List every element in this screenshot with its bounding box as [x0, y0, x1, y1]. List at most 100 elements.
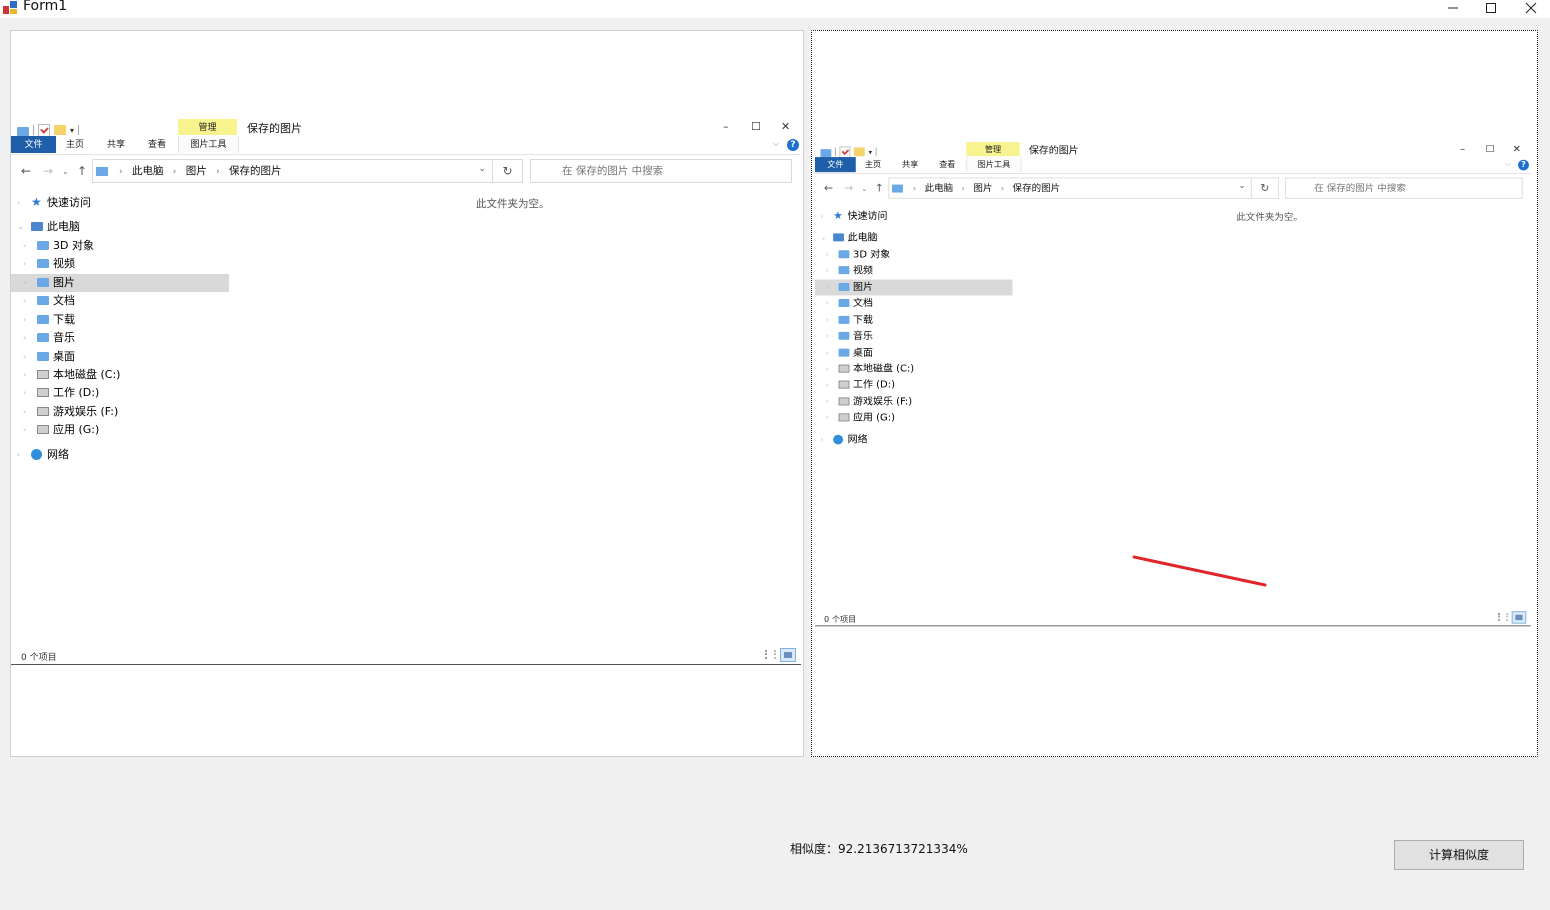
details-view-icon[interactable] — [765, 650, 776, 659]
tab-view[interactable]: 查看 — [138, 136, 176, 153]
chevron-down-icon[interactable]: ⌄ — [17, 218, 24, 236]
chevron-right-icon[interactable]: › — [23, 329, 26, 347]
tree-item-label: 工作 (D:) — [53, 386, 100, 399]
properties-icon[interactable] — [38, 123, 50, 137]
network-icon — [31, 449, 42, 460]
address-bar[interactable]: › 此电脑 › 图片 › 保存的图片 ⌄ — [92, 159, 493, 183]
empty-folder-message: 此文件夹为空。 — [476, 198, 550, 210]
tree-item[interactable]: › 文档 — [11, 292, 229, 310]
chevron-right-icon[interactable]: › — [23, 274, 26, 292]
forward-arrow-icon[interactable]: → — [43, 164, 53, 178]
chevron-right-icon[interactable]: › — [17, 446, 20, 464]
pc-icon — [31, 222, 43, 231]
tree-item[interactable]: › 工作 (D:) — [11, 384, 229, 402]
tree-item[interactable]: › ★ 快速访问 — [11, 194, 229, 212]
maximize-button[interactable] — [1473, 0, 1509, 16]
breadcrumb-separator: › — [119, 167, 123, 177]
tree-item[interactable]: › 视频 — [11, 255, 229, 273]
explorer-close-button[interactable]: ✕ — [781, 120, 790, 133]
customize-toolbar-icon[interactable]: ▾ — [70, 126, 74, 135]
tree-item-label: 应用 (G:) — [53, 423, 100, 436]
tree-item[interactable]: › 图片 — [11, 274, 229, 292]
chevron-right-icon[interactable]: › — [23, 421, 26, 439]
tree-item-label: 桌面 — [53, 350, 75, 363]
tree-item[interactable]: › 网络 — [11, 446, 229, 464]
help-icon[interactable]: ? — [787, 139, 799, 151]
explorer-minimize-button[interactable]: – — [723, 120, 729, 133]
tree-item[interactable]: › 游戏娱乐 (F:) — [11, 403, 229, 421]
breadcrumb-separator: › — [172, 167, 177, 177]
up-arrow-icon[interactable]: ↑ — [77, 164, 87, 178]
window-title: Form1 — [23, 0, 68, 14]
drive-icon — [37, 407, 49, 416]
new-folder-icon[interactable] — [54, 125, 66, 135]
folder-icon — [37, 333, 49, 342]
chevron-down-icon[interactable]: ⌄ — [478, 164, 486, 174]
folder-icon — [37, 352, 49, 361]
explorer-screenshot-left: ▾ 管理 保存的图片 – ☐ ✕ 文件 主页 共享 查看 图片工具 ⌵ ? ← … — [11, 119, 801, 665]
tree-item[interactable]: › 音乐 — [11, 329, 229, 347]
refresh-button[interactable]: ↻ — [493, 159, 523, 183]
chevron-right-icon[interactable]: › — [17, 194, 20, 212]
expand-ribbon-icon[interactable]: ⌵ — [773, 139, 779, 149]
folder-icon[interactable] — [17, 126, 29, 136]
right-picture-box: ▾ 管理 保存的图片 – ☐ ✕ 文件 主页 共享 查看 图片工具 ⌵ ? ← … — [811, 30, 1538, 757]
app-icon — [3, 1, 17, 14]
tree-item[interactable]: ⌄ 此电脑 — [11, 218, 229, 236]
red-difference-mark — [1132, 555, 1267, 587]
close-button[interactable] — [1513, 0, 1549, 16]
tab-home[interactable]: 主页 — [56, 136, 94, 153]
tree-item-label: 3D 对象 — [53, 239, 94, 252]
breadcrumb-item[interactable]: 此电脑 — [132, 165, 164, 177]
tree-item-label: 下载 — [53, 313, 75, 326]
tab-file[interactable]: 文件 — [11, 136, 56, 153]
explorer-title: 保存的图片 — [247, 122, 302, 135]
separator — [78, 125, 80, 135]
chevron-right-icon[interactable]: › — [23, 384, 26, 402]
title-bar: Form1 — [0, 0, 1550, 18]
chevron-right-icon[interactable]: › — [23, 403, 26, 421]
tree-item[interactable]: › 桌面 — [11, 348, 229, 366]
red-stroke — [1132, 555, 1267, 587]
minimize-button[interactable] — [1435, 0, 1471, 16]
address-row: ← → ⌄ ↑ › 此电脑 › 图片 › 保存的图片 ⌄ ↻ 在 保存的图片 中… — [11, 155, 801, 187]
folder-icon — [37, 278, 49, 287]
breadcrumb: › 此电脑 › 图片 › 保存的图片 — [113, 163, 282, 178]
calculate-similarity-button[interactable]: 计算相似度 — [1394, 840, 1524, 870]
chevron-right-icon[interactable]: › — [23, 292, 26, 310]
tree-item[interactable]: › 应用 (G:) — [11, 421, 229, 439]
drive-icon — [37, 370, 49, 379]
breadcrumb-item[interactable]: 图片 — [186, 165, 207, 177]
large-icons-view-icon[interactable] — [780, 648, 796, 662]
separator — [33, 125, 34, 135]
chevron-right-icon[interactable]: › — [23, 237, 26, 255]
chevron-right-icon[interactable]: › — [23, 366, 26, 384]
tree-item-label: 本地磁盘 (C:) — [53, 368, 121, 381]
tab-share[interactable]: 共享 — [97, 136, 135, 153]
folder-icon — [37, 259, 49, 268]
close-icon — [1525, 2, 1537, 14]
divider — [11, 664, 801, 665]
tree-item[interactable]: › 3D 对象 — [11, 237, 229, 255]
quick-access-toolbar: ▾ — [17, 123, 80, 137]
folder-icon — [96, 167, 108, 176]
breadcrumb-separator: › — [216, 167, 220, 177]
tree-item[interactable]: › 下载 — [11, 311, 229, 329]
chevron-right-icon[interactable]: › — [23, 311, 26, 329]
maximize-icon — [1486, 3, 1496, 13]
chevron-right-icon[interactable]: › — [23, 255, 26, 273]
back-arrow-icon[interactable]: ← — [21, 164, 31, 178]
search-input[interactable]: 在 保存的图片 中搜索 — [530, 159, 792, 183]
recent-locations-icon[interactable]: ⌄ — [62, 167, 69, 176]
folder-icon — [37, 296, 49, 305]
folder-icon — [37, 315, 49, 324]
status-bar: 0 个项目 — [11, 646, 801, 664]
manage-context-tab[interactable]: 管理 — [178, 119, 237, 135]
breadcrumb-item[interactable]: 保存的图片 — [229, 165, 282, 177]
chevron-right-icon[interactable]: › — [23, 348, 26, 366]
tab-picture-tools[interactable]: 图片工具 — [178, 136, 239, 153]
tree-item[interactable]: › 本地磁盘 (C:) — [11, 366, 229, 384]
left-picture-box: ▾ 管理 保存的图片 – ☐ ✕ 文件 主页 共享 查看 图片工具 ⌵ ? ← … — [10, 30, 804, 757]
drive-icon — [37, 425, 49, 434]
explorer-maximize-button[interactable]: ☐ — [751, 120, 761, 133]
